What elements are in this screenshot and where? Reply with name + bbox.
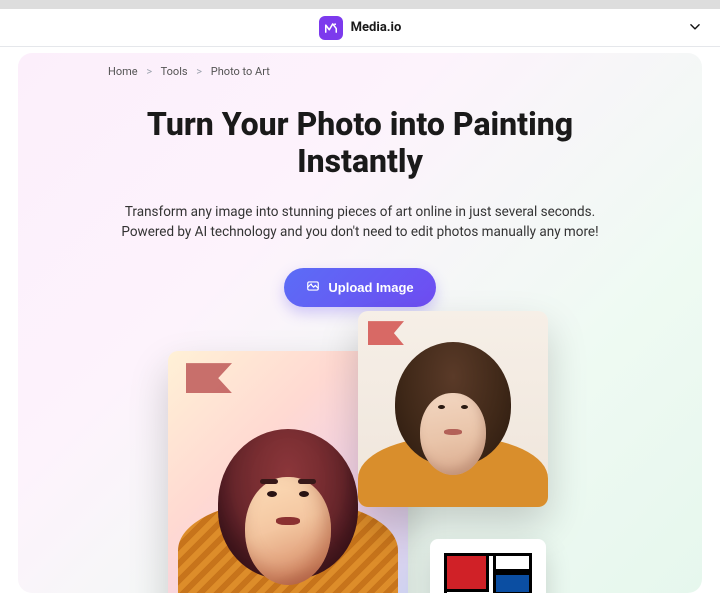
- hero-section: Home > Tools > Photo to Art Turn Your Ph…: [18, 53, 702, 593]
- title-line-1: Turn Your Photo into Painting: [147, 105, 573, 143]
- breadcrumb-home[interactable]: Home: [108, 65, 138, 78]
- chevron-down-icon[interactable]: [688, 18, 702, 37]
- example-original-photo: [358, 311, 548, 507]
- page-subtitle: Transform any image into stunning pieces…: [18, 202, 702, 243]
- window-top-strip: [0, 0, 720, 9]
- breadcrumb-current: Photo to Art: [211, 65, 270, 78]
- page-title: Turn Your Photo into Painting Instantly: [18, 106, 702, 180]
- brand-logo-icon: [319, 16, 343, 40]
- breadcrumb: Home > Tools > Photo to Art: [18, 53, 702, 78]
- upload-button-label: Upload Image: [328, 280, 413, 295]
- example-gallery: [18, 331, 702, 593]
- site-header: Media.io: [0, 9, 720, 47]
- example-style-tile: [430, 539, 546, 593]
- breadcrumb-separator: >: [146, 65, 152, 78]
- upload-icon: [306, 279, 320, 296]
- brand-name: Media.io: [351, 20, 402, 35]
- title-line-2: Instantly: [297, 142, 423, 180]
- brand[interactable]: Media.io: [319, 16, 402, 40]
- breadcrumb-tools[interactable]: Tools: [161, 65, 188, 78]
- upload-image-button[interactable]: Upload Image: [284, 268, 435, 307]
- subtitle-line-1: Transform any image into stunning pieces…: [125, 204, 595, 220]
- breadcrumb-separator: >: [196, 65, 202, 78]
- subtitle-line-2: Powered by AI technology and you don't n…: [121, 224, 598, 240]
